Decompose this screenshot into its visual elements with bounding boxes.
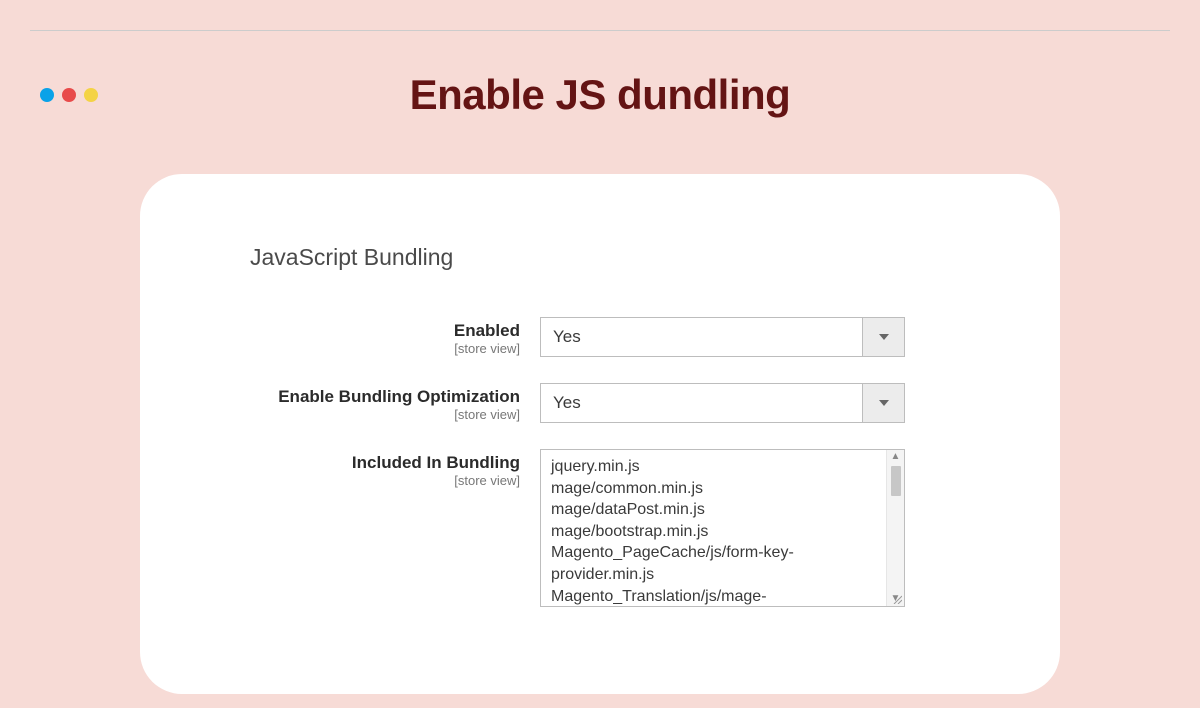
chevron-down-icon [879, 400, 889, 406]
scroll-up-icon[interactable]: ▲ [891, 450, 901, 464]
window-controls [40, 88, 98, 102]
section-title: JavaScript Bundling [250, 244, 990, 271]
dot-yellow-icon [84, 88, 98, 102]
enabled-select[interactable]: Yes [540, 317, 905, 357]
enabled-select-button[interactable] [862, 318, 904, 356]
dot-blue-icon [40, 88, 54, 102]
label-col: Enable Bundling Optimization [store view… [250, 383, 540, 422]
dot-red-icon [62, 88, 76, 102]
optimization-label: Enable Bundling Optimization [250, 387, 520, 407]
label-col: Enabled [store view] [250, 317, 540, 356]
enabled-label: Enabled [250, 321, 520, 341]
resize-grip-icon[interactable] [892, 594, 902, 604]
enabled-select-value: Yes [541, 318, 862, 356]
enabled-scope: [store view] [250, 341, 520, 356]
included-textarea[interactable]: jquery.min.js mage/common.min.js mage/da… [540, 449, 905, 607]
optimization-select-value: Yes [541, 384, 862, 422]
page-title: Enable JS dundling [40, 71, 1160, 119]
included-scope: [store view] [250, 473, 520, 488]
row-enabled: Enabled [store view] Yes [250, 317, 990, 357]
row-optimization: Enable Bundling Optimization [store view… [250, 383, 990, 423]
chevron-down-icon [879, 334, 889, 340]
scroll-thumb[interactable] [891, 466, 901, 496]
divider-line [30, 30, 1170, 31]
optimization-select-button[interactable] [862, 384, 904, 422]
header: Enable JS dundling [40, 71, 1160, 119]
settings-panel: JavaScript Bundling Enabled [store view]… [140, 174, 1060, 694]
label-col: Included In Bundling [store view] [250, 449, 540, 488]
scrollbar[interactable]: ▲ ▼ [886, 450, 904, 606]
included-label: Included In Bundling [250, 453, 520, 473]
optimization-select[interactable]: Yes [540, 383, 905, 423]
row-included: Included In Bundling [store view] jquery… [250, 449, 990, 607]
included-textarea-content: jquery.min.js mage/common.min.js mage/da… [541, 450, 886, 606]
optimization-scope: [store view] [250, 407, 520, 422]
